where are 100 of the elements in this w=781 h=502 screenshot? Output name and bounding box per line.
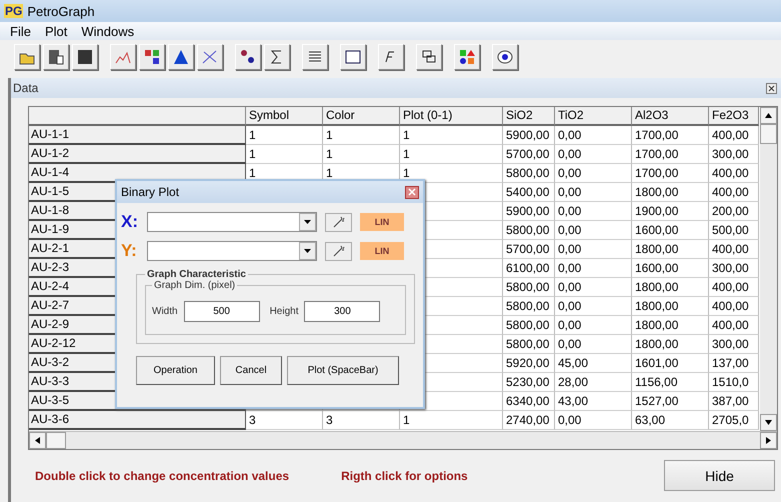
column-header[interactable]: Fe2O3 (709, 107, 759, 126)
hint-text: Double click to change concentration values (35, 468, 290, 482)
table-cell: 2705,0 (709, 411, 759, 430)
table-cell: 1 (323, 126, 400, 145)
table-cell: 0,00 (555, 221, 632, 240)
axis-label: Y: (121, 241, 138, 261)
column-header[interactable]: SiO2 (503, 107, 555, 126)
table-cell: 0,00 (555, 278, 632, 297)
table-cell: 1900,00 (632, 202, 709, 221)
table-cell: 5700,00 (503, 240, 555, 259)
table-cell: 5920,00 (503, 354, 555, 373)
table-cell: 5900,00 (503, 202, 555, 221)
dialog-title: Binary Plot (121, 185, 180, 199)
table-cell: 1800,00 (632, 335, 709, 354)
table-cell: 3 (246, 411, 323, 430)
table-cell: 0,00 (555, 240, 632, 259)
table-cell: 400,00 (709, 278, 759, 297)
table-cell: 5800,00 (503, 164, 555, 183)
row-header[interactable]: AU-1-2 (29, 145, 246, 164)
column-header[interactable]: Al2O3 (632, 107, 709, 126)
table-cell: 1 (400, 411, 503, 430)
table-cell: 1527,00 (632, 392, 709, 411)
dialog-button[interactable]: Operation (136, 356, 215, 385)
table-cell: 5800,00 (503, 278, 555, 297)
scale-button[interactable]: LIN (360, 242, 404, 260)
table-cell: 5800,00 (503, 335, 555, 354)
table-cell: 1601,00 (632, 354, 709, 373)
table-cell: 300,00 (709, 145, 759, 164)
table-cell: 5900,00 (503, 126, 555, 145)
table-cell: 5400,00 (503, 183, 555, 202)
table-cell: 1 (400, 145, 503, 164)
table-cell: 0,00 (555, 316, 632, 335)
table-cell: 0,00 (555, 183, 632, 202)
table-cell: 400,00 (709, 297, 759, 316)
table-cell: 1 (400, 126, 503, 145)
column-header[interactable]: Symbol (246, 107, 323, 126)
hide-button[interactable]: Hide (664, 460, 775, 491)
menu-item[interactable]: Windows (75, 24, 142, 38)
table-cell: 1800,00 (632, 297, 709, 316)
table-cell: 300,00 (709, 259, 759, 278)
table-cell: 1600,00 (632, 221, 709, 240)
window-title: PetroGraph (27, 4, 95, 18)
table-cell: 1700,00 (632, 164, 709, 183)
table-cell: 43,00 (555, 392, 632, 411)
table-cell: 63,00 (632, 411, 709, 430)
group-title: Graph Dim. (pixel) (153, 280, 236, 291)
table-cell: 1800,00 (632, 240, 709, 259)
width-field[interactable]: 500 (184, 301, 260, 322)
column-header[interactable]: TiO2 (555, 107, 632, 126)
menu-item[interactable]: Plot (38, 24, 76, 38)
table-cell: 1800,00 (632, 278, 709, 297)
table-cell: 400,00 (709, 240, 759, 259)
table-cell: 400,00 (709, 183, 759, 202)
dialog-button[interactable]: Plot (SpaceBar) (287, 356, 399, 385)
table-cell: 1156,00 (632, 373, 709, 392)
table-cell: 3 (323, 411, 400, 430)
table-cell: 500,00 (709, 221, 759, 240)
menu-item[interactable]: File (4, 24, 39, 38)
hint-text: Rigth click for options (341, 468, 468, 482)
table-cell: 1 (323, 145, 400, 164)
table-cell: 5800,00 (503, 221, 555, 240)
table-cell: 400,00 (709, 126, 759, 145)
table-cell: 400,00 (709, 316, 759, 335)
table-cell: 400,00 (709, 164, 759, 183)
table-cell: 5800,00 (503, 297, 555, 316)
table-cell: 1600,00 (632, 259, 709, 278)
axis-label: X: (121, 212, 139, 232)
table-cell: 0,00 (555, 202, 632, 221)
row-header[interactable]: AU-1-1 (29, 126, 246, 145)
table-cell: 0,00 (555, 126, 632, 145)
table-cell: 1700,00 (632, 145, 709, 164)
table-cell: 0,00 (555, 259, 632, 278)
table-cell: 1 (246, 145, 323, 164)
table-cell: 5800,00 (503, 316, 555, 335)
table-cell: 387,00 (709, 392, 759, 411)
column-header[interactable]: Plot (0-1) (400, 107, 503, 126)
table-cell: 6100,00 (503, 259, 555, 278)
dialog-button[interactable]: Cancel (220, 356, 282, 385)
table-cell: 0,00 (555, 335, 632, 354)
group-title: Graph Characteristic (146, 269, 247, 280)
table-cell: 5700,00 (503, 145, 555, 164)
table-cell: 0,00 (555, 164, 632, 183)
table-cell: 300,00 (709, 335, 759, 354)
table-cell: 0,00 (555, 411, 632, 430)
row-header[interactable]: AU-3-6 (29, 411, 246, 430)
table-cell: 137,00 (709, 354, 759, 373)
table-cell: 45,00 (555, 354, 632, 373)
table-cell: 5230,00 (503, 373, 555, 392)
height-field[interactable]: 300 (304, 301, 380, 322)
table-cell: 1800,00 (632, 316, 709, 335)
table-cell: 1510,0 (709, 373, 759, 392)
column-header[interactable]: Color (323, 107, 400, 126)
table-cell: 1 (246, 126, 323, 145)
table-cell: 2740,00 (503, 411, 555, 430)
scale-button[interactable]: LIN (360, 213, 404, 231)
table-cell: 28,00 (555, 373, 632, 392)
table-cell: 1800,00 (632, 183, 709, 202)
app-logo: PG (4, 4, 24, 18)
height-label: Height (270, 306, 298, 317)
table-cell: 6340,00 (503, 392, 555, 411)
